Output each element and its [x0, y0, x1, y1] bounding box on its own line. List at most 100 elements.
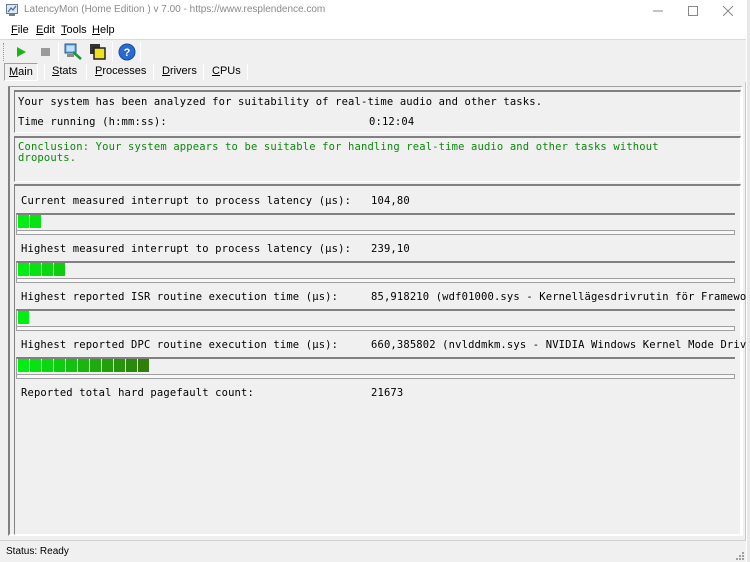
tab-separator [247, 64, 248, 80]
metric-value-pagefault-count: 21673 [371, 387, 404, 399]
bar-segments [18, 311, 30, 324]
analyzed-text: Your system has been analyzed for suitab… [18, 96, 543, 108]
latencymon-window: LatencyMon (Home Edition ) v 7.00 - http… [0, 0, 750, 562]
tab-separator [44, 64, 45, 80]
tab-stats-label: tats [59, 65, 78, 77]
menu-help-accel: H [92, 24, 100, 36]
bar-segment [42, 359, 53, 372]
tab-processes-label: rocesses [102, 65, 147, 77]
main-panel: Your system has been analyzed for suitab… [8, 86, 750, 536]
bar-segment [18, 215, 29, 228]
menu-help-label: elp [99, 24, 115, 36]
stop-button[interactable] [34, 42, 56, 62]
metric-value-isr-time: 85,918210 (wdf01000.sys - Kernellägesdri… [371, 291, 750, 303]
toolbar-separator [140, 42, 141, 62]
bar-segment [18, 263, 29, 276]
maximize-button[interactable] [676, 0, 710, 22]
status-bar: Status: Ready [0, 540, 746, 562]
title-bar: LatencyMon (Home Edition ) v 7.00 - http… [0, 0, 746, 22]
minimize-icon [653, 10, 663, 12]
bar-segment [54, 359, 65, 372]
highest-latency-bar-track [16, 278, 735, 283]
maximize-icon [688, 6, 698, 16]
metric-label-pagefault-count: Reported total hard pagefault count: [21, 387, 254, 399]
metrics-panel: Current measured interrupt to process la… [14, 184, 750, 535]
toolbar: ? [0, 39, 746, 63]
help-button[interactable]: ? [116, 42, 138, 62]
metric-label-current-latency: Current measured interrupt to process la… [21, 195, 352, 207]
current-latency-bar [16, 213, 735, 230]
toolbar-grip[interactable] [3, 43, 5, 61]
tab-cpus-label: PUs [219, 65, 241, 77]
dpc-time-bar [16, 357, 735, 374]
bar-segment [42, 263, 53, 276]
menu-file[interactable]: File [11, 24, 29, 36]
resize-grip-icon[interactable] [734, 550, 744, 560]
menu-tools-label: ools [66, 24, 87, 36]
bar-segments [18, 359, 150, 372]
scan-button[interactable] [62, 42, 84, 62]
windows-stack-icon [90, 44, 106, 60]
bar-segments [18, 263, 66, 276]
tab-separator [153, 64, 154, 80]
bar-segment [102, 359, 113, 372]
current-latency-bar-track [16, 230, 735, 235]
start-button[interactable] [10, 42, 32, 62]
tab-drivers-label: rivers [169, 65, 197, 77]
conclusion-line-1: Conclusion: Your system appears to be su… [18, 141, 659, 153]
menu-edit[interactable]: Edit [36, 24, 55, 36]
menu-bar: File Edit Tools Help [0, 22, 746, 39]
svg-text:?: ? [124, 47, 131, 59]
bar-segment [78, 359, 89, 372]
tab-separator [203, 64, 204, 80]
summary-panel: Your system has been analyzed for suitab… [14, 90, 741, 133]
computer-magnifier-icon [64, 43, 82, 60]
bar-segment [114, 359, 125, 372]
bar-segment [66, 359, 77, 372]
highest-latency-bar [16, 261, 735, 278]
tab-drivers-accel: D [162, 65, 170, 77]
tab-stats[interactable]: Stats [48, 63, 81, 81]
stop-icon [40, 48, 50, 56]
menu-file-accel: F [11, 24, 18, 36]
time-running-value: 0:12:04 [369, 116, 415, 128]
menu-file-label: ile [17, 24, 29, 36]
minimize-button[interactable] [641, 0, 675, 22]
metric-label-isr-time: Highest reported ISR routine execution t… [21, 291, 339, 303]
close-button[interactable] [711, 0, 745, 22]
menu-help[interactable]: Help [92, 24, 115, 36]
metric-value-highest-latency: 239,10 [371, 243, 410, 255]
window-title: LatencyMon (Home Edition ) v 7.00 - http… [24, 4, 326, 15]
close-icon [723, 6, 733, 16]
menu-tools[interactable]: Tools [61, 24, 87, 36]
isr-time-bar [16, 309, 735, 326]
play-icon [17, 47, 26, 57]
tab-main-accel: M [9, 66, 19, 78]
tab-main-label: ain [18, 66, 33, 78]
bar-segment [90, 359, 101, 372]
windows-button[interactable] [87, 42, 109, 62]
metric-value-dpc-time: 660,385802 (nvlddmkm.sys - NVIDIA Window… [371, 339, 750, 351]
bar-segment [54, 263, 65, 276]
latencymon-app-icon [6, 4, 20, 17]
tab-cpus-accel: C [212, 65, 220, 77]
metric-value-current-latency: 104,80 [371, 195, 410, 207]
status-text: Status: Ready [6, 546, 69, 557]
isr-time-bar-track [16, 326, 735, 331]
bar-segment [138, 359, 149, 372]
metric-label-highest-latency: Highest measured interrupt to process la… [21, 243, 352, 255]
bar-segment [18, 359, 29, 372]
menu-edit-label: dit [43, 24, 55, 36]
tab-processes[interactable]: Processes [91, 63, 150, 81]
tab-cpus[interactable]: CPUs [208, 63, 245, 81]
bar-segment [18, 311, 29, 324]
tab-drivers[interactable]: Drivers [158, 63, 201, 81]
tab-bar: Main Stats Processes Drivers CPUs [0, 62, 746, 82]
toolbar-separator [58, 42, 59, 62]
conclusion-line-2: dropouts. [18, 152, 77, 164]
help-icon: ? [118, 43, 136, 61]
bar-segment [30, 359, 41, 372]
tab-main[interactable]: Main [4, 63, 38, 81]
metric-label-dpc-time: Highest reported DPC routine execution t… [21, 339, 339, 351]
bar-segment [126, 359, 137, 372]
